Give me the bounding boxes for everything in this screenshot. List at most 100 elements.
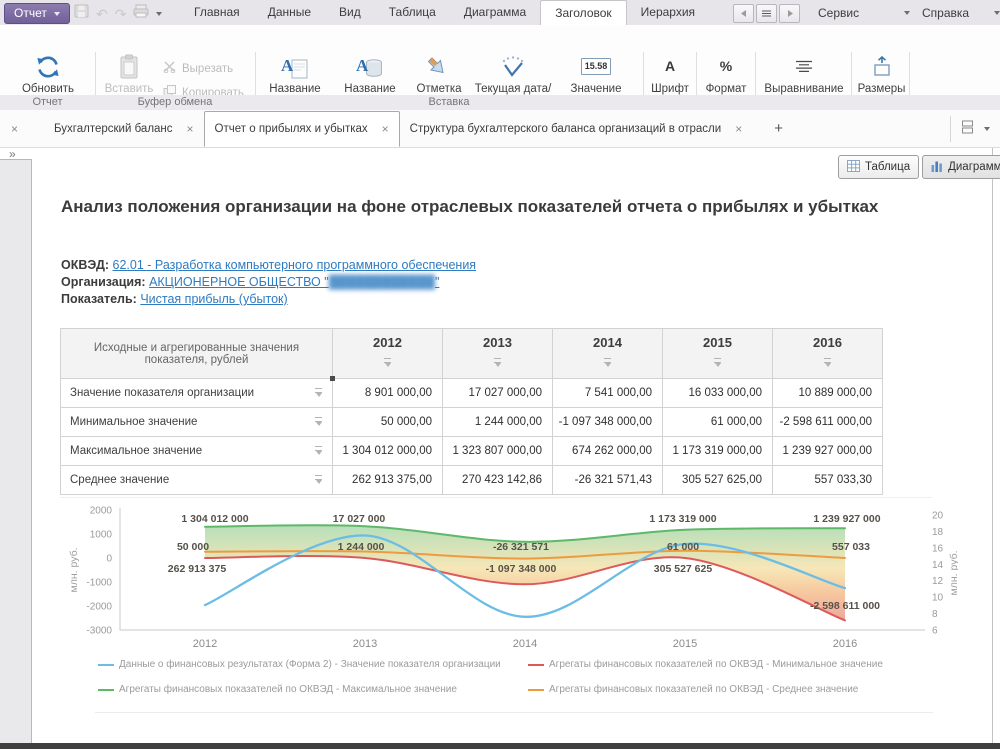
- table-row-label[interactable]: Среднее значение: [61, 466, 333, 495]
- organization-link[interactable]: АКЦИОНЕРНОЕ ОБЩЕСТВО "████████████": [149, 275, 439, 289]
- filter-icon[interactable]: [493, 358, 502, 367]
- x-axis-label: 2013: [353, 638, 377, 650]
- filter-icon[interactable]: [823, 358, 832, 367]
- data-label: 50 000: [177, 541, 209, 553]
- refresh-icon: [6, 53, 90, 80]
- doc-tab-balance[interactable]: Бухгалтерский баланс ×: [44, 110, 204, 147]
- mark-label: Отметка: [416, 83, 461, 95]
- close-panel-icon[interactable]: ×: [11, 122, 18, 136]
- table-cell: -26 321 571,43: [553, 466, 663, 495]
- data-label: 1 244 000: [338, 541, 385, 553]
- filter-icon[interactable]: [713, 358, 722, 367]
- organization-label: Организация:: [61, 275, 146, 289]
- indicator-link[interactable]: Чистая прибыль (убыток): [140, 292, 287, 306]
- app-window: Отчет ↶ ↷ Главная Данные Вид Таблица Диа…: [0, 0, 1000, 749]
- doc-tab-profit-loss[interactable]: Отчет о прибылях и убытках ×: [204, 111, 400, 147]
- legend-item: Агрегаты финансовых показателей по ОКВЭД…: [98, 684, 457, 695]
- service-menu[interactable]: Сервис: [812, 0, 916, 25]
- data-label: 305 527 625: [654, 563, 713, 575]
- data-label: 1 173 319 000: [649, 513, 716, 525]
- value-button[interactable]: 15.58 Значение: [560, 53, 632, 96]
- chart-view-button[interactable]: Диаграмма: [922, 155, 1000, 179]
- filter-icon[interactable]: [383, 358, 392, 367]
- table-view-label: Таблица: [865, 161, 910, 173]
- tab-list-button[interactable]: [756, 4, 777, 23]
- filter-icon[interactable]: [314, 446, 323, 455]
- filter-icon[interactable]: [603, 358, 612, 367]
- close-icon[interactable]: ×: [382, 122, 389, 136]
- filter-icon[interactable]: [314, 475, 323, 484]
- ribbon-tab-hierarchy[interactable]: Иерархия: [627, 0, 709, 25]
- year-header-2016[interactable]: 2016: [773, 329, 883, 379]
- year-header-2012[interactable]: 2012: [333, 329, 443, 379]
- filter-icon[interactable]: [314, 388, 323, 397]
- year-header-2015[interactable]: 2015: [663, 329, 773, 379]
- value-icon: 15.58: [581, 58, 612, 75]
- table-cell: 1 304 012 000,00: [333, 437, 443, 466]
- ribbon-tabs: Главная Данные Вид Таблица Диаграмма Заг…: [180, 0, 709, 25]
- save-icon[interactable]: [74, 4, 89, 23]
- group-label-clipboard: Буфер обмена: [95, 96, 255, 108]
- print-icon[interactable]: [133, 4, 149, 23]
- ribbon-tab-chart[interactable]: Диаграмма: [450, 0, 540, 25]
- report-menu-button[interactable]: Отчет: [4, 3, 70, 24]
- redo-icon[interactable]: ↷: [115, 6, 127, 22]
- svg-text:A: A: [356, 56, 369, 75]
- refresh-label: Обновить: [22, 83, 74, 95]
- table-cell: 1 244 000,00: [443, 408, 553, 437]
- content-right-border: [992, 148, 993, 743]
- collapsed-side-panel[interactable]: [0, 159, 32, 743]
- print-dropdown-caret[interactable]: [156, 12, 162, 16]
- alignment-icon: [757, 53, 851, 80]
- legend-swatch: [528, 689, 544, 691]
- refresh-button[interactable]: Обновить: [6, 53, 90, 96]
- sizes-icon: [854, 53, 909, 80]
- window-layout-icon[interactable]: [960, 120, 975, 139]
- ribbon-tab-main[interactable]: Главная: [180, 0, 254, 25]
- tab-scroll-right-button[interactable]: [779, 4, 800, 23]
- table-row-label[interactable]: Максимальное значение: [61, 437, 333, 466]
- table-corner-header[interactable]: Исходные и агрегированные значения показ…: [61, 329, 333, 379]
- report-menu-label: Отчет: [14, 4, 47, 23]
- indicator-line: Показатель: Чистая прибыль (убыток): [61, 291, 476, 308]
- tab-scroll-left-button[interactable]: [733, 4, 754, 23]
- bar-chart-icon: [931, 160, 943, 175]
- doc-tab-structure[interactable]: Структура бухгалтерского баланса организ…: [400, 110, 753, 147]
- new-tab-button[interactable]: +: [774, 120, 783, 137]
- legend-item: Агрегаты финансовых показателей по ОКВЭД…: [528, 659, 883, 670]
- right-axis-title: млн. руб.: [948, 551, 958, 596]
- okved-line: ОКВЭД: 62.01 - Разработка компьютерного …: [61, 257, 476, 274]
- organization-line: Организация: АКЦИОНЕРНОЕ ОБЩЕСТВО "█████…: [61, 274, 476, 291]
- undo-icon[interactable]: ↶: [96, 6, 108, 22]
- paste-button[interactable]: Вставить: [100, 53, 158, 96]
- help-menu-label: Справка: [922, 6, 969, 20]
- ribbon-tab-table[interactable]: Таблица: [375, 0, 450, 25]
- redacted-org-name: ████████████: [329, 275, 435, 289]
- table-row-label[interactable]: Значение показателя организации: [61, 379, 333, 408]
- paste-label: Вставить: [105, 83, 154, 95]
- layout-dropdown-caret[interactable]: [984, 127, 990, 131]
- legend-swatch: [98, 664, 114, 666]
- table-cell: 50 000,00: [333, 408, 443, 437]
- ribbon-tab-view[interactable]: Вид: [325, 0, 375, 25]
- table-row-label[interactable]: Минимальное значение: [61, 408, 333, 437]
- cut-button[interactable]: Вырезать: [163, 61, 233, 76]
- left-axis-title: млн. руб.: [68, 548, 80, 593]
- table-cell: 674 262 000,00: [553, 437, 663, 466]
- year-header-2014[interactable]: 2014: [553, 329, 663, 379]
- table-view-button[interactable]: Таблица: [838, 155, 919, 179]
- scissors-icon: [163, 61, 177, 76]
- profitability-chart[interactable]: 200010000-1000-2000-30002018161412108620…: [38, 496, 958, 658]
- right-axis-tick: 12: [932, 576, 944, 587]
- left-axis-tick: -3000: [86, 626, 112, 637]
- ribbon-tab-header[interactable]: Заголовок: [540, 0, 626, 25]
- help-menu[interactable]: Справка: [916, 0, 1000, 25]
- table-cell: -1 097 348 000,00: [553, 408, 663, 437]
- ribbon-tab-data[interactable]: Данные: [254, 0, 325, 25]
- close-icon[interactable]: ×: [735, 122, 742, 136]
- table-cell: 262 913 375,00: [333, 466, 443, 495]
- filter-icon[interactable]: [314, 417, 323, 426]
- okved-link[interactable]: 62.01 - Разработка компьютерного програм…: [113, 258, 477, 272]
- close-icon[interactable]: ×: [187, 122, 194, 136]
- year-header-2013[interactable]: 2013: [443, 329, 553, 379]
